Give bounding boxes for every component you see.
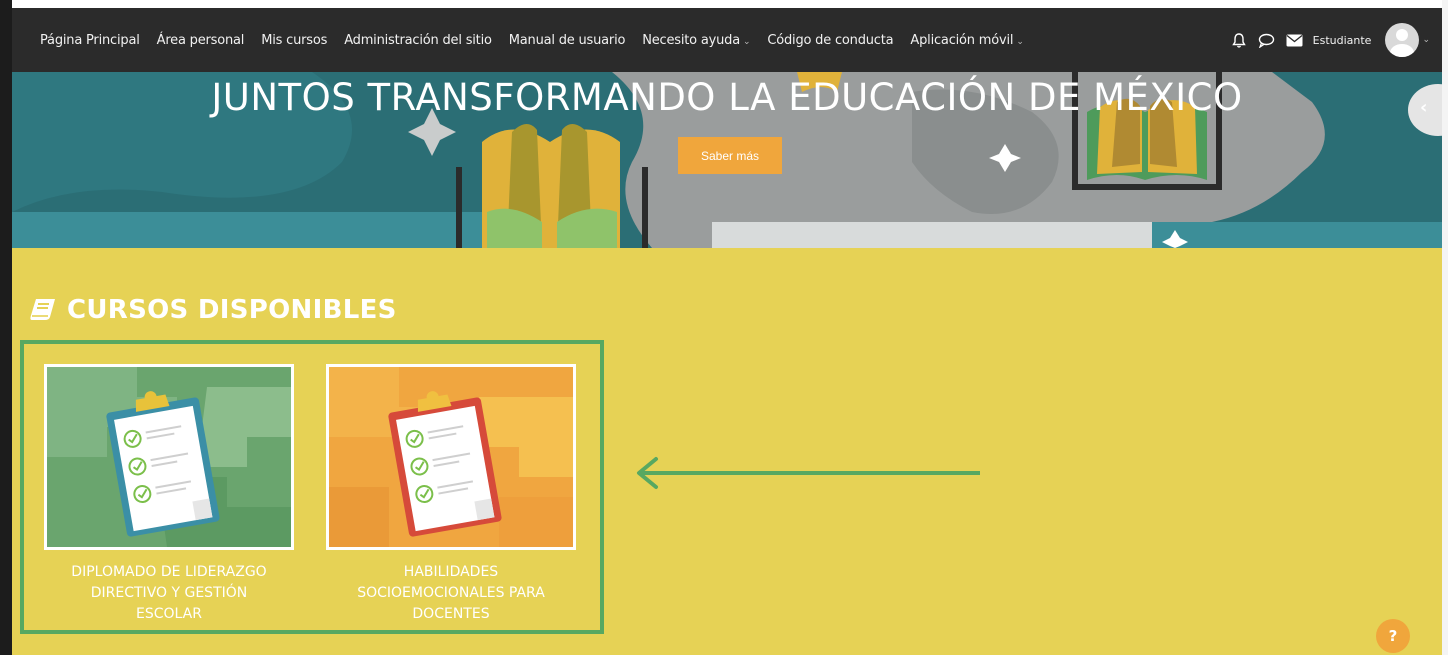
- course-card-leadership[interactable]: [44, 364, 294, 550]
- nav-help-dropdown[interactable]: Necesito ayuda ⌄: [642, 33, 750, 48]
- course-title-line: DOCENTES: [412, 606, 490, 622]
- arrow-left-icon: [637, 457, 980, 489]
- user-name[interactable]: Estudiante: [1313, 34, 1372, 47]
- learn-more-button[interactable]: Saber más: [678, 137, 782, 174]
- nav-dashboard[interactable]: Área personal: [157, 33, 245, 48]
- main-content: CURSOS DISPONIBLES DIPLOMADO DE LIDERAZG…: [12, 248, 1442, 655]
- course-title-line: HABILIDADES: [403, 564, 499, 580]
- course-title-line: DIPLOMADO DE LIDERAZGO: [71, 564, 267, 580]
- course-title-line: ESCOLAR: [136, 606, 202, 622]
- nav-user-manual-label: Manual de usuario: [508, 32, 626, 48]
- course-title-line: DIRECTIVO Y GESTIÓN: [90, 585, 248, 601]
- course-title-socioemotional[interactable]: HABILIDADES SOCIOEMOCIONALES PARA DOCENT…: [326, 562, 576, 625]
- clipboard-checklist-illustration: [329, 367, 573, 547]
- bell-icon[interactable]: [1229, 30, 1249, 50]
- user-menu-area: Estudiante ⌄: [1229, 8, 1430, 72]
- avatar-head-shape: [1396, 29, 1409, 41]
- clipboard-checklist-illustration: [47, 367, 291, 547]
- nav-my-courses[interactable]: Mis cursos: [261, 33, 327, 48]
- avatar[interactable]: [1385, 23, 1420, 57]
- course-title-leadership[interactable]: DIPLOMADO DE LIDERAZGO DIRECTIVO Y GESTI…: [44, 562, 294, 625]
- nav-my-courses-label: Mis cursos: [261, 32, 328, 48]
- nav-home-label: Página Principal: [40, 32, 140, 48]
- nav-mobile-app-dropdown[interactable]: Aplicación móvil ⌄: [910, 33, 1023, 48]
- hero-banner: JUNTOS TRANSFORMANDO LA EDUCACIÓN DE MÉX…: [12, 72, 1442, 248]
- courses-title-text: CURSOS DISPONIBLES: [67, 295, 397, 325]
- avatar-body-shape: [1390, 44, 1415, 57]
- nav-menu: Página Principal Área personal Mis curso…: [40, 33, 1041, 48]
- courses-section-title: CURSOS DISPONIBLES: [30, 295, 397, 325]
- page: Página Principal Área personal Mis curso…: [0, 0, 1448, 655]
- courses-highlight-box: DIPLOMADO DE LIDERAZGO DIRECTIVO Y GESTI…: [20, 340, 604, 634]
- nav-help-label: Necesito ayuda: [642, 32, 740, 48]
- envelope-icon[interactable]: [1285, 30, 1305, 50]
- course-card-socioemotional[interactable]: [326, 364, 576, 550]
- top-navbar: Página Principal Área personal Mis curso…: [12, 8, 1442, 72]
- nav-code-of-conduct[interactable]: Código de conducta: [767, 33, 893, 48]
- help-button[interactable]: ?: [1376, 619, 1410, 653]
- nav-code-of-conduct-label: Código de conducta: [767, 32, 894, 48]
- nav-site-admin[interactable]: Administración del sitio: [344, 33, 492, 48]
- nav-dashboard-label: Área personal: [156, 32, 245, 48]
- nav-user-manual[interactable]: Manual de usuario: [508, 32, 626, 48]
- nav-home[interactable]: Página Principal: [40, 33, 140, 48]
- hero-title: JUNTOS TRANSFORMANDO LA EDUCACIÓN DE MÉX…: [211, 76, 1243, 119]
- window-edge-right: [1442, 0, 1448, 655]
- chevron-down-icon: ⌄: [743, 36, 751, 47]
- chat-bubble-icon[interactable]: [1257, 30, 1277, 50]
- course-title-line: SOCIOEMOCIONALES PARA: [357, 585, 545, 601]
- book-icon: [30, 299, 55, 321]
- nav-mobile-app-label: Aplicación móvil: [910, 32, 1014, 48]
- chevron-left-icon: ‹: [1420, 97, 1428, 118]
- nav-site-admin-label: Administración del sitio: [344, 32, 492, 48]
- chevron-down-icon: ⌄: [1016, 36, 1024, 47]
- window-edge: [0, 0, 12, 655]
- chevron-down-icon[interactable]: ⌄: [1422, 35, 1430, 45]
